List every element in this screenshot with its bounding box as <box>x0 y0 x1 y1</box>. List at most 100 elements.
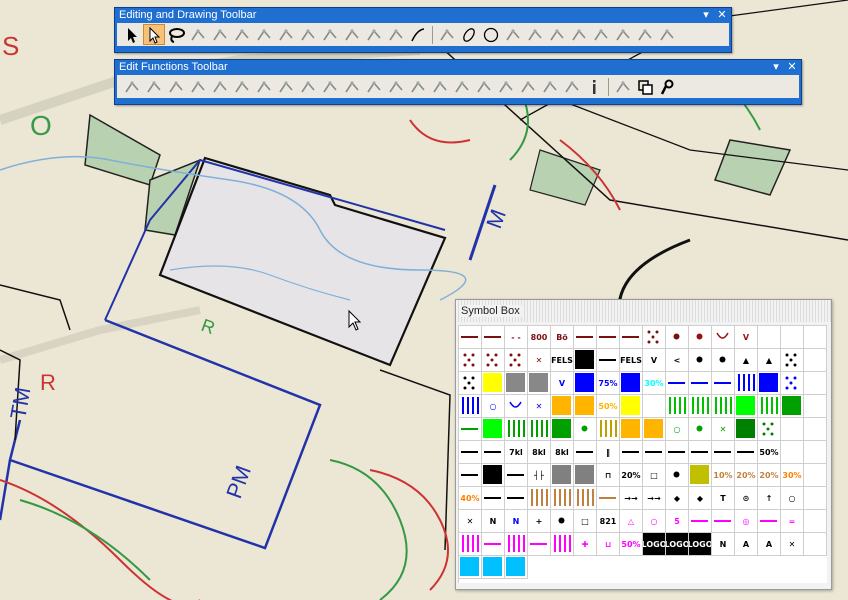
symbol-cell[interactable] <box>482 464 505 487</box>
symbol-cell[interactable] <box>689 395 712 418</box>
symbol-cell[interactable]: 50% <box>758 441 781 464</box>
symbol-cell[interactable]: ○ <box>482 395 505 418</box>
symbol-cell[interactable] <box>804 395 827 418</box>
symbol-cell[interactable] <box>551 510 574 533</box>
step-line-button[interactable] <box>568 24 590 45</box>
symbol-cell[interactable]: 20% <box>735 464 758 487</box>
symbol-cell[interactable] <box>804 372 827 395</box>
symbol-cell[interactable] <box>459 372 482 395</box>
align-bottom-button[interactable] <box>539 76 561 97</box>
symbol-cell[interactable] <box>551 418 574 441</box>
symbol-cell[interactable] <box>643 395 666 418</box>
symbol-cell[interactable] <box>689 372 712 395</box>
symbol-cell[interactable] <box>620 441 643 464</box>
symbol-cell[interactable] <box>758 372 781 395</box>
toolbar-menu-button[interactable]: ▾ <box>769 60 783 75</box>
symbol-cell[interactable] <box>459 441 482 464</box>
symbol-cell[interactable]: ┤├ <box>528 464 551 487</box>
symbol-cell[interactable] <box>804 441 827 464</box>
symbol-cell[interactable]: □ <box>574 510 597 533</box>
cut-scissors-button[interactable] <box>341 24 363 45</box>
symbol-cell[interactable] <box>459 395 482 418</box>
symbol-cell[interactable]: V <box>551 372 574 395</box>
symbol-cell[interactable] <box>758 418 781 441</box>
symbol-cell[interactable]: FELS <box>620 349 643 372</box>
symbol-cell[interactable]: - - <box>505 326 528 349</box>
symbol-cell[interactable] <box>459 533 482 556</box>
symbol-cell[interactable] <box>505 464 528 487</box>
symbol-cell[interactable]: □ <box>643 464 666 487</box>
node-move-button[interactable] <box>209 24 231 45</box>
symbol-cell[interactable] <box>804 510 827 533</box>
node-delete-button[interactable] <box>253 24 275 45</box>
symbol-cell[interactable] <box>551 464 574 487</box>
curve-button[interactable] <box>407 24 429 45</box>
symbol-cell[interactable]: 8kl <box>528 441 551 464</box>
symbol-cell[interactable] <box>712 326 735 349</box>
symbol-cell[interactable] <box>551 487 574 510</box>
symbol-cell[interactable]: N <box>482 510 505 533</box>
circle-button[interactable] <box>480 24 502 45</box>
symbol-cell[interactable]: LOGO <box>666 533 689 556</box>
reverse-button[interactable] <box>143 76 165 97</box>
symbol-cell[interactable] <box>666 372 689 395</box>
symbol-cell[interactable] <box>505 487 528 510</box>
symbol-cell[interactable]: ▲ <box>758 349 781 372</box>
fork-button[interactable] <box>385 76 407 97</box>
symbol-cell[interactable] <box>482 326 505 349</box>
symbol-cell[interactable] <box>459 556 482 579</box>
symbol-cell[interactable]: V <box>735 326 758 349</box>
trim-button[interactable] <box>517 76 539 97</box>
symbol-cell[interactable] <box>781 418 804 441</box>
symbol-cell[interactable] <box>804 533 827 556</box>
symbol-cell[interactable]: →→ <box>620 487 643 510</box>
copy-button[interactable] <box>634 76 656 97</box>
symbol-cell[interactable] <box>643 441 666 464</box>
symbol-cell[interactable] <box>643 418 666 441</box>
symbol-cell[interactable] <box>620 372 643 395</box>
symbol-cell[interactable]: →→ <box>643 487 666 510</box>
symbol-cell[interactable]: V <box>643 349 666 372</box>
delete-cross-button[interactable] <box>121 76 143 97</box>
align-left-button[interactable] <box>165 76 187 97</box>
node-add-button[interactable] <box>187 24 209 45</box>
symbol-cell[interactable]: ◆ <box>689 487 712 510</box>
symbol-cell[interactable] <box>689 349 712 372</box>
symbol-cell[interactable]: N <box>505 510 528 533</box>
symbol-cell[interactable]: A <box>758 533 781 556</box>
node-select-button[interactable] <box>143 24 165 45</box>
symbol-cell[interactable] <box>712 372 735 395</box>
symbol-cell[interactable] <box>459 349 482 372</box>
symbol-cell[interactable] <box>505 533 528 556</box>
text-style-button[interactable] <box>612 76 634 97</box>
crop-button[interactable] <box>253 76 275 97</box>
symbol-cell[interactable] <box>666 395 689 418</box>
toolbar-title-bar[interactable]: Edit Functions Toolbar ▾ ✕ <box>115 60 801 75</box>
extend-button[interactable] <box>495 76 517 97</box>
symbol-cell[interactable] <box>482 349 505 372</box>
symbol-cell[interactable]: 40% <box>459 487 482 510</box>
symbol-cell[interactable] <box>574 441 597 464</box>
symbol-cell[interactable]: FELS <box>551 349 574 372</box>
pen-button[interactable] <box>275 24 297 45</box>
symbol-cell[interactable]: ▲ <box>735 349 758 372</box>
symbol-cell[interactable]: 20% <box>620 464 643 487</box>
toolbar-close-button[interactable]: ✕ <box>715 8 729 23</box>
symbol-cell[interactable] <box>482 487 505 510</box>
symbol-cell[interactable]: 50% <box>620 533 643 556</box>
cut-button[interactable] <box>319 24 341 45</box>
symbol-cell[interactable] <box>597 349 620 372</box>
stair-step-button[interactable] <box>319 76 341 97</box>
symbol-cell[interactable] <box>804 418 827 441</box>
symbol-cell[interactable]: △ <box>620 510 643 533</box>
eraser-button[interactable] <box>451 76 473 97</box>
symbol-cell[interactable]: LOGO <box>643 533 666 556</box>
arrow-select-button[interactable] <box>121 24 143 45</box>
text-lines-button[interactable] <box>231 76 253 97</box>
symbol-cell[interactable] <box>620 326 643 349</box>
toolbar-title-bar[interactable]: Editing and Drawing Toolbar ▾ ✕ <box>115 8 731 23</box>
cross-hatch-button[interactable] <box>363 76 385 97</box>
branch-button[interactable] <box>407 76 429 97</box>
symbol-cell[interactable] <box>735 395 758 418</box>
symbol-cell[interactable]: ↑ <box>758 487 781 510</box>
